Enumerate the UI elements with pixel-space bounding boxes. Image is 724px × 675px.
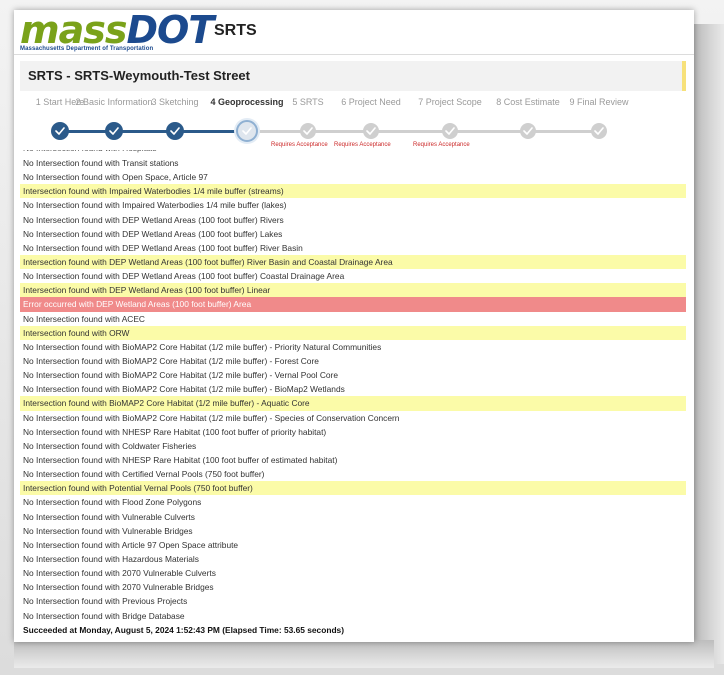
requires-acceptance-note: Requires Acceptance bbox=[271, 142, 328, 148]
log-row: No Intersection found with 2070 Vulnerab… bbox=[23, 568, 216, 579]
step-label-4[interactable]: 4 Geoprocessing bbox=[210, 97, 283, 107]
logo-wordmark: massDOT bbox=[20, 10, 214, 52]
log-row: No Intersection found with DEP Wetland A… bbox=[23, 242, 303, 253]
page-title: SRTS - SRTS-Weymouth-Test Street bbox=[28, 68, 250, 83]
log-summary: Succeeded at Monday, August 5, 2024 1:52… bbox=[23, 624, 345, 635]
log-row: No Intersection found with Flood Zone Po… bbox=[23, 497, 202, 508]
log-row: No Intersection found with BioMAP2 Core … bbox=[23, 341, 382, 352]
log-row: No Intersection found with Vulnerable Cu… bbox=[23, 511, 195, 522]
log-row-intersection: Intersection found with DEP Wetland Area… bbox=[20, 283, 686, 298]
log-row: No Intersection found with Article 97 Op… bbox=[23, 539, 239, 550]
stepper-connector bbox=[528, 130, 599, 133]
step-1-check-icon[interactable] bbox=[51, 122, 69, 140]
log-row: No Intersection found with BioMAP2 Core … bbox=[23, 355, 319, 366]
log-row: No Intersection found with Impaired Wate… bbox=[23, 200, 287, 211]
log-row: No Intersection found with NHESP Rare Ha… bbox=[23, 454, 338, 465]
log-row: No Intersection found with Certified Ver… bbox=[23, 469, 265, 480]
step-label-2[interactable]: 2 Basic Information bbox=[75, 97, 152, 107]
requires-acceptance-note: Requires Acceptance bbox=[413, 142, 470, 148]
log-row: No Intersection found with BioMAP2 Core … bbox=[23, 412, 400, 423]
log-row: No Intersection found with Coldwater Fis… bbox=[23, 440, 197, 451]
log-row: No Intersection found with DEP Wetland A… bbox=[23, 214, 284, 225]
log-row: No Intersection found with Transit stati… bbox=[23, 158, 179, 168]
window-shadow-bottom bbox=[14, 640, 714, 668]
step-label-3[interactable]: 3 Sketching bbox=[151, 97, 198, 107]
requires-acceptance-note: Requires Acceptance bbox=[334, 142, 391, 148]
geoprocessing-log: No Intersection found with HospitalsNo I… bbox=[20, 150, 686, 637]
log-row: No Intersection found with DEP Wetland A… bbox=[23, 228, 283, 239]
log-row: No Intersection found with Bridge Databa… bbox=[23, 610, 185, 621]
step-4-check-icon[interactable] bbox=[236, 120, 258, 142]
step-label-6[interactable]: 6 Project Need bbox=[341, 97, 401, 107]
step-7-check-icon[interactable] bbox=[442, 123, 458, 139]
log-row-intersection: Intersection found with Impaired Waterbo… bbox=[20, 184, 686, 199]
step-label-8[interactable]: 8 Cost Estimate bbox=[496, 97, 560, 107]
page-title-bar: SRTS - SRTS-Weymouth-Test Street bbox=[20, 61, 686, 91]
app-window: massDOT Massachusetts Department of Tran… bbox=[14, 10, 694, 642]
step-3-check-icon[interactable] bbox=[166, 122, 184, 140]
step-6-check-icon[interactable] bbox=[363, 123, 379, 139]
log-row: No Intersection found with BioMAP2 Core … bbox=[23, 384, 345, 395]
stepper-connector bbox=[371, 130, 450, 133]
log-row: No Intersection found with Hazardous Mat… bbox=[23, 553, 199, 564]
stepper-connector bbox=[308, 130, 371, 133]
log-row: No Intersection found with BioMAP2 Core … bbox=[23, 370, 338, 381]
step-label-5[interactable]: 5 SRTS bbox=[292, 97, 323, 107]
window-shadow-right bbox=[694, 24, 724, 664]
step-9-check-icon[interactable] bbox=[591, 123, 607, 139]
step-5-check-icon[interactable] bbox=[300, 123, 316, 139]
log-row-intersection: Intersection found with Potential Vernal… bbox=[20, 481, 686, 496]
app-header: massDOT Massachusetts Department of Tran… bbox=[14, 10, 694, 55]
log-row-intersection: Intersection found with BioMAP2 Core Hab… bbox=[20, 396, 686, 411]
step-label-7[interactable]: 7 Project Scope bbox=[418, 97, 482, 107]
massdot-logo[interactable]: massDOT Massachusetts Department of Tran… bbox=[20, 10, 214, 52]
step-8-check-icon[interactable] bbox=[520, 123, 536, 139]
log-row: No Intersection found with Open Space, A… bbox=[23, 172, 208, 183]
log-row: No Intersection found with 2070 Vulnerab… bbox=[23, 582, 214, 593]
log-row: No Intersection found with NHESP Rare Ha… bbox=[23, 426, 327, 437]
step-2-check-icon[interactable] bbox=[105, 122, 123, 140]
stepper-connector bbox=[450, 130, 528, 133]
log-row-intersection: Intersection found with DEP Wetland Area… bbox=[20, 254, 686, 270]
step-label-9[interactable]: 9 Final Review bbox=[569, 97, 628, 107]
app-title: SRTS bbox=[214, 22, 257, 39]
log-row: No Intersection found with Vulnerable Br… bbox=[23, 525, 193, 536]
log-row-intersection: Intersection found with ORW bbox=[20, 325, 686, 340]
log-row: No Intersection found with ACEC bbox=[23, 313, 145, 324]
workflow-stepper: 1 Start Here 2 Basic Information 3 Sketchi… bbox=[14, 95, 694, 149]
log-row: No Intersection found with Previous Proj… bbox=[23, 596, 188, 607]
log-row: No Intersection found with DEP Wetland A… bbox=[23, 271, 345, 282]
log-row-error: Error occurred with DEP Wetland Areas (1… bbox=[20, 297, 686, 312]
